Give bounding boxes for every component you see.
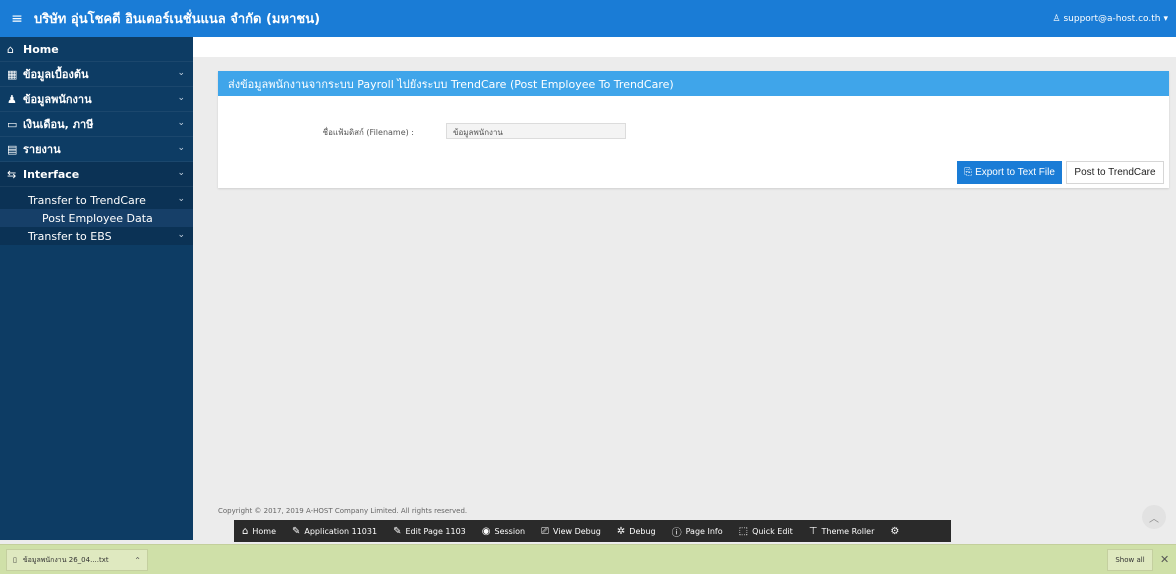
sidebar-item-label: Interface (23, 167, 80, 181)
app-title[interactable]: บริษัท อุ่นโชคดี อินเตอร์เนชั่นแนล จำกัด… (34, 8, 320, 29)
sidebar-item-salary-tax[interactable]: ▭ เงินเดือน, ภาษี ⌄ (0, 112, 193, 137)
chevron-up-icon[interactable]: ⌃ (134, 556, 141, 565)
dev-quick-edit-button[interactable]: ⬚ Quick Edit (739, 526, 793, 537)
eye-icon: ◉ (481, 525, 491, 537)
dev-edit-page-label: Edit Page 1103 (405, 526, 466, 536)
bug-icon: ✲ (616, 525, 626, 537)
sidebar-item-post-employee-data[interactable]: Post Employee Data (0, 209, 193, 227)
interface-submenu: Transfer to TrendCare ⌄ Post Employee Da… (0, 187, 193, 245)
sidebar-item-basic-data[interactable]: ▦ ข้อมูลเบื้องต้น ⌄ (0, 62, 193, 87)
chevron-down-icon: ▾ (1163, 13, 1168, 24)
copyright-text: Copyright © 2017, 2019 A-HOST Company Li… (218, 507, 468, 515)
filename-field[interactable]: ข้อมูลพนักงาน (446, 123, 626, 139)
dev-application-button[interactable]: ✎ Application 11031 (292, 526, 377, 537)
sidebar-item-transfer-ebs[interactable]: Transfer to EBS ⌄ (0, 227, 193, 245)
gear-icon: ⚙ (890, 525, 900, 537)
sidebar-item-label: ข้อมูลเบื้องต้น (23, 68, 89, 81)
sidebar-item-transfer-trendcare[interactable]: Transfer to TrendCare ⌄ (0, 191, 193, 209)
close-icon[interactable]: ✕ (1160, 553, 1169, 566)
post-employee-region: ส่งข้อมูลพนักงานจากระบบ Payroll ไปยังระบ… (218, 71, 1169, 188)
chevron-down-icon[interactable]: ⌄ (177, 194, 185, 204)
user-menu[interactable]: ♙ support@a-host.co.th ▾ (1052, 0, 1168, 37)
sidebar-item-label: Transfer to TrendCare (28, 193, 146, 207)
sidebar-item-label: เงินเดือน, ภาษี (23, 118, 94, 131)
sidebar-item-label: รายงาน (23, 143, 61, 156)
download-item[interactable]: ▯ ข้อมูลพนักงาน 26_04....txt ⌃ (6, 549, 148, 571)
dev-edit-page-button[interactable]: ✎ Edit Page 1103 (393, 526, 466, 537)
sidebar-item-label: Home (23, 42, 59, 56)
body-top-strip (193, 37, 1176, 57)
download-bar: ▯ ข้อมูลพนักงาน 26_04....txt ⌃ Show all … (0, 544, 1176, 574)
download-file-name: ข้อมูลพนักงาน 26_04....txt (22, 555, 109, 564)
dev-application-label: Application 11031 (304, 526, 378, 536)
people-icon: ♟ (7, 92, 17, 106)
exchange-icon: ⇆ (7, 167, 17, 181)
chevron-down-icon[interactable]: ⌄ (177, 68, 185, 78)
cursor-icon: ⬚ (738, 525, 749, 537)
top-bar: ≡ บริษัท อุ่นโชคดี อินเตอร์เนชั่นแนล จำก… (0, 0, 1176, 37)
dev-page-info-button[interactable]: ⓘ Page Info (672, 524, 723, 539)
dev-view-debug-label: View Debug (553, 526, 601, 536)
chevron-down-icon[interactable]: ⌄ (177, 230, 185, 240)
sidebar-item-label: Post Employee Data (42, 211, 153, 225)
chevron-down-icon[interactable]: ⌄ (177, 118, 185, 128)
dev-view-debug-button[interactable]: ⎚ View Debug (541, 526, 601, 537)
file-export-icon: ⎘ (964, 167, 973, 178)
edit-icon: ✎ (291, 525, 301, 537)
filename-row: ชื่อแฟ้มดิสก์ (Filename) : ข้อมูลพนักงาน (218, 123, 1169, 141)
post-trendcare-button[interactable]: Post to TrendCare (1066, 161, 1164, 184)
chevron-down-icon[interactable]: ⌄ (177, 93, 185, 103)
sidebar-item-interface[interactable]: ⇆ Interface ⌄ (0, 162, 193, 187)
dev-settings-button[interactable]: ⚙ (890, 526, 899, 537)
sidebar-item-home[interactable]: ⌂ Home (0, 37, 193, 62)
dev-home-label: Home (252, 526, 276, 536)
report-icon: ▤ (7, 142, 18, 156)
dev-quick-edit-label: Quick Edit (752, 526, 793, 536)
sidebar-item-employee-data[interactable]: ♟ ข้อมูลพนักงาน ⌄ (0, 87, 193, 112)
export-button-label: Export to Text File (975, 167, 1055, 178)
file-icon: ▯ (13, 556, 17, 564)
dev-page-info-label: Page Info (685, 526, 723, 536)
show-all-button[interactable]: Show all (1107, 549, 1153, 571)
user-icon: ♙ (1052, 13, 1061, 24)
export-text-file-button[interactable]: ⎘ Export to Text File (957, 161, 1062, 184)
dev-session-button[interactable]: ◉ Session (482, 526, 525, 537)
region-title: ส่งข้อมูลพนักงานจากระบบ Payroll ไปยังระบ… (218, 71, 1169, 96)
edit-icon: ✎ (393, 525, 402, 537)
dev-debug-button[interactable]: ✲ Debug (617, 526, 656, 537)
filename-label: ชื่อแฟ้มดิสก์ (Filename) : (322, 128, 414, 137)
dev-session-label: Session (494, 526, 526, 536)
sidebar: ⌂ Home ▦ ข้อมูลเบื้องต้น ⌄ ♟ ข้อมูลพนักง… (0, 37, 193, 540)
home-icon: ⌂ (7, 42, 14, 56)
chevron-down-icon[interactable]: ⌄ (177, 143, 185, 153)
user-email: support@a-host.co.th (1063, 13, 1161, 24)
sidebar-item-label: Transfer to EBS (28, 229, 112, 243)
developer-toolbar: ⌂ Home ✎ Application 11031 ✎ Edit Page 1103… (234, 520, 951, 542)
paint-roller-icon: ⊤ (808, 525, 818, 537)
grid-icon: ▦ (7, 67, 18, 81)
sidebar-item-reports[interactable]: ▤ รายงาน ⌄ (0, 137, 193, 162)
money-icon: ▭ (7, 117, 18, 131)
home-icon: ⌂ (242, 525, 249, 537)
scroll-to-top-button[interactable]: ︿ (1142, 505, 1166, 529)
dev-theme-roller-button[interactable]: ⊤ Theme Roller (809, 526, 875, 537)
sidebar-item-label: ข้อมูลพนักงาน (23, 93, 92, 106)
dev-home-button[interactable]: ⌂ Home (242, 526, 276, 537)
dev-theme-roller-label: Theme Roller (821, 526, 875, 536)
hamburger-icon[interactable]: ≡ (4, 0, 30, 37)
info-icon: ⓘ (671, 527, 682, 539)
debug-view-icon: ⎚ (541, 525, 550, 537)
chevron-up-icon: ︿ (1149, 513, 1159, 525)
dev-debug-label: Debug (629, 526, 656, 536)
chevron-down-icon[interactable]: ⌄ (177, 168, 185, 178)
